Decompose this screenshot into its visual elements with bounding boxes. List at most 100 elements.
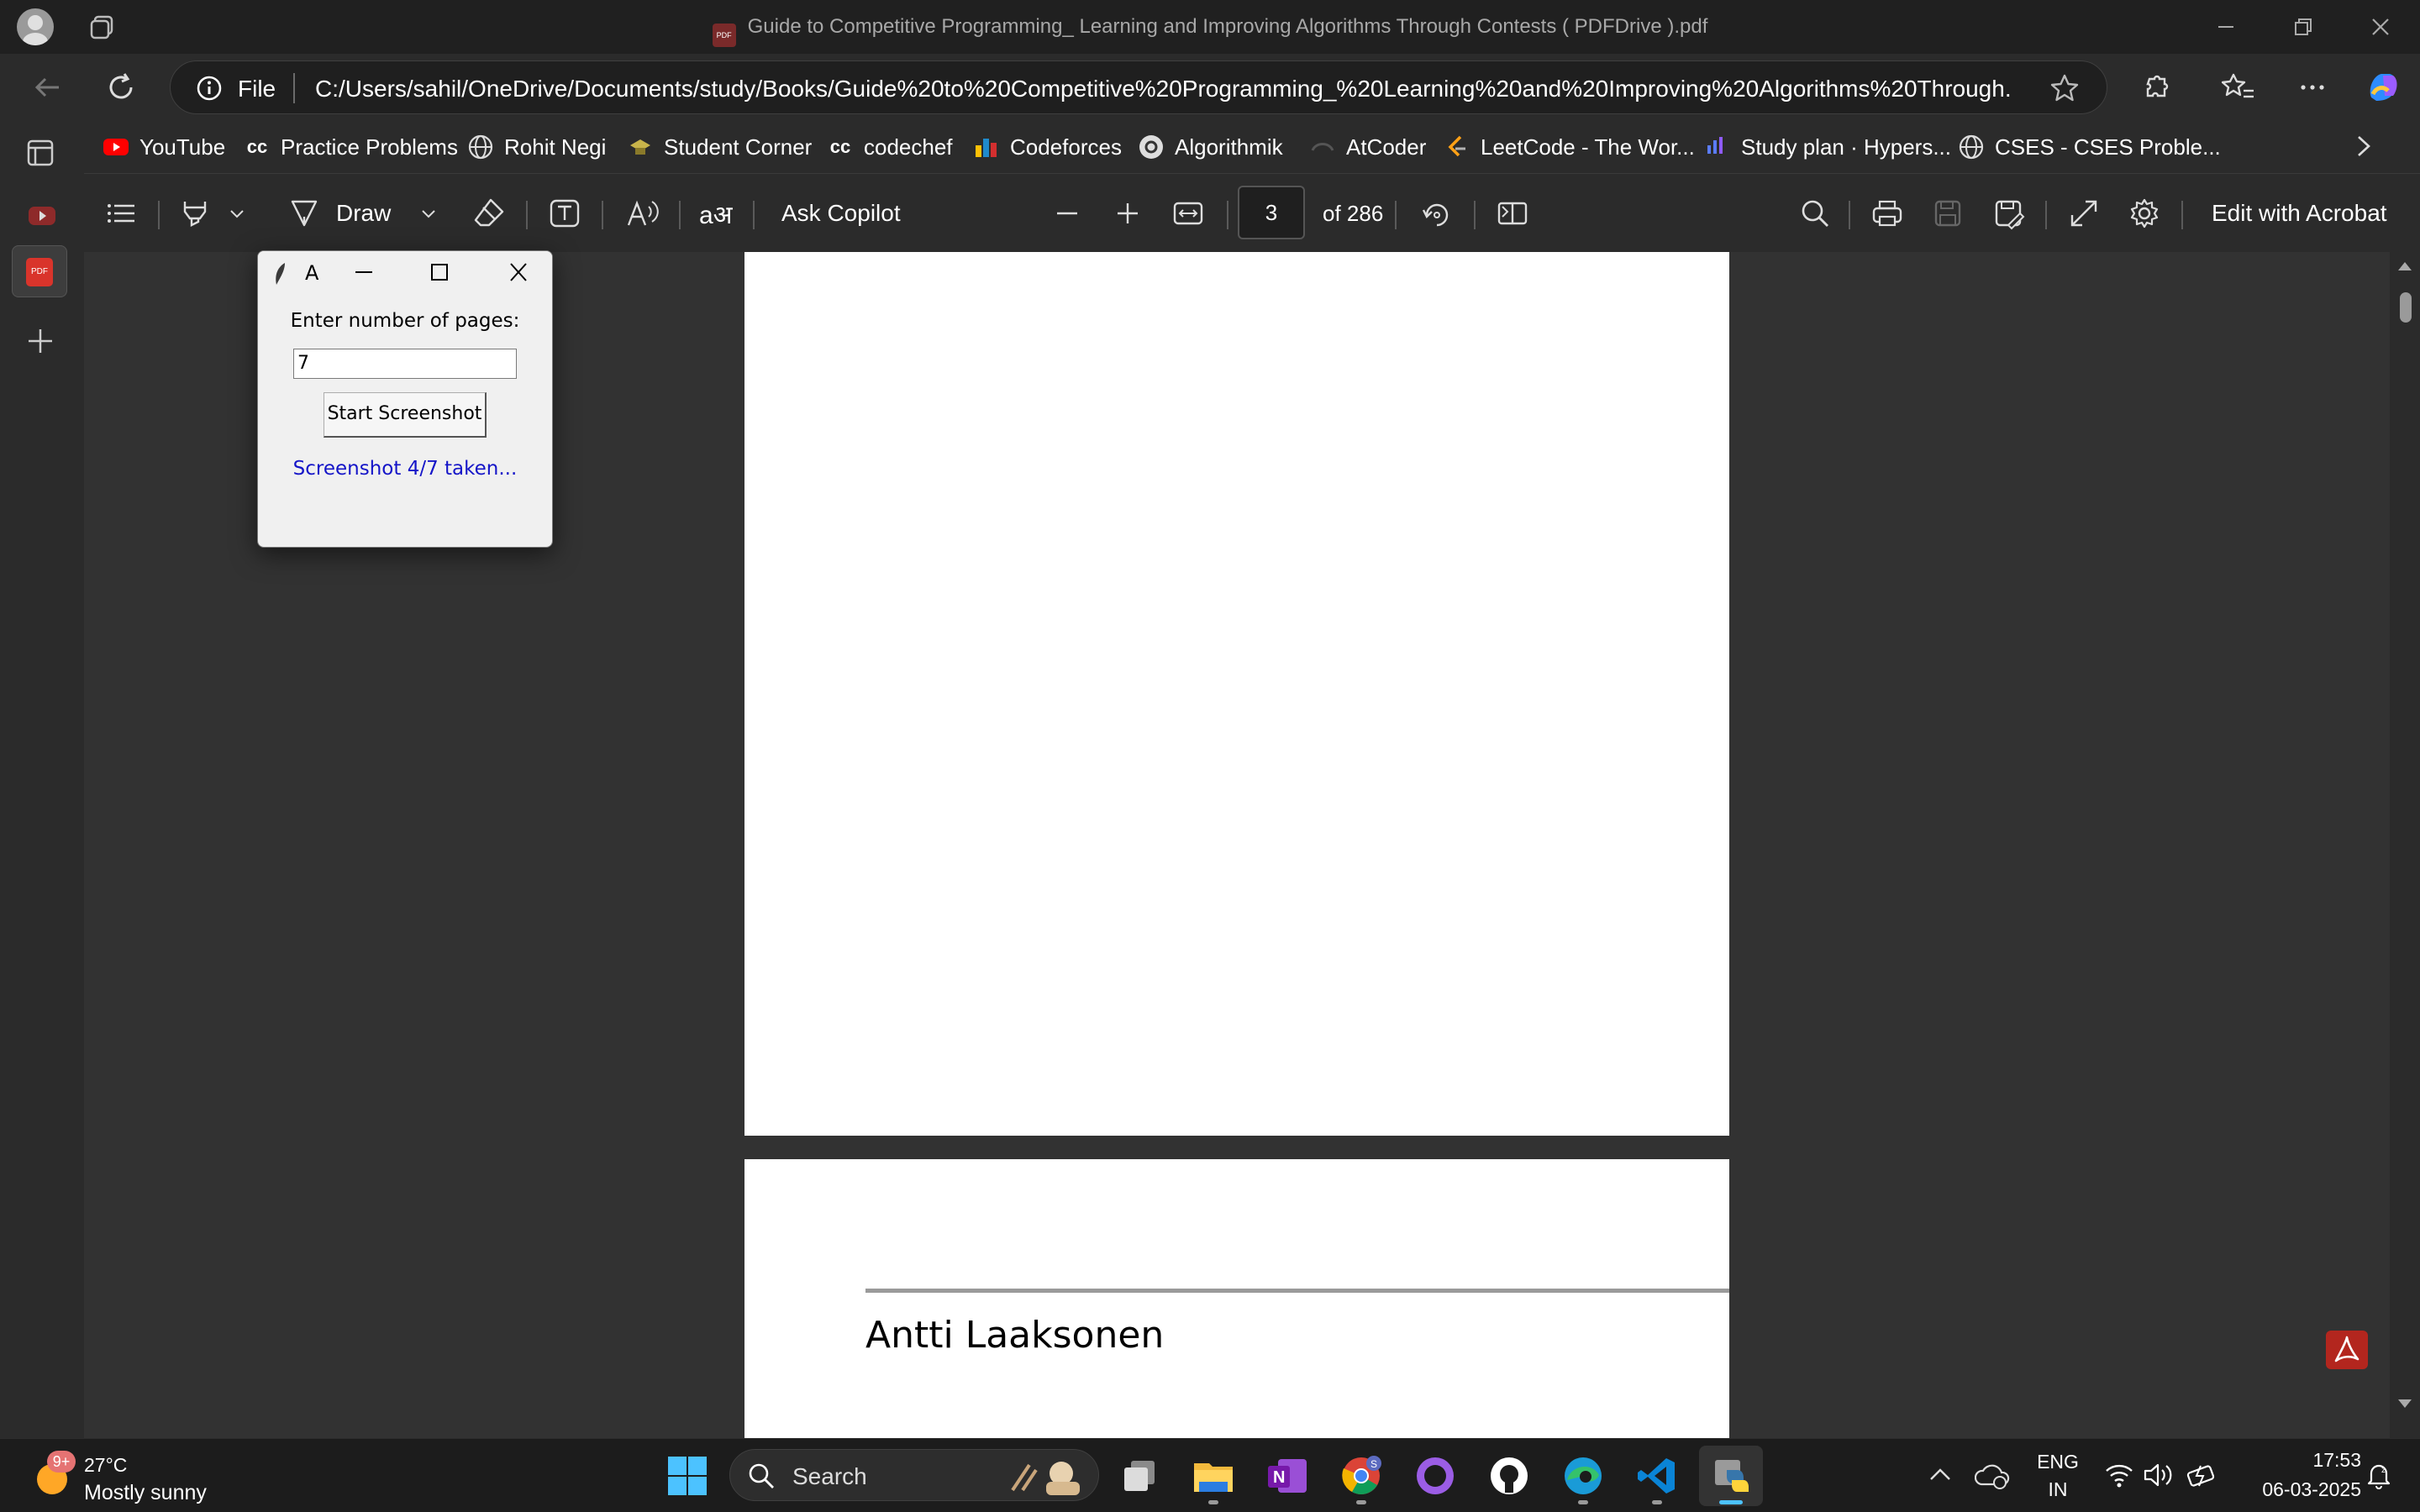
python-icon[interactable] xyxy=(1699,1446,1763,1506)
more-options-icon[interactable] xyxy=(2287,62,2338,113)
read-aloud-icon[interactable] xyxy=(625,191,662,236)
author-name: Antti Laaksonen xyxy=(865,1314,1165,1357)
bookmark-algorithmik[interactable]: Algorithmik xyxy=(1138,131,1283,163)
search-icon[interactable] xyxy=(1798,191,1832,236)
scrollbar[interactable] xyxy=(2390,252,2420,1438)
save-icon[interactable] xyxy=(1931,191,1965,236)
screenshot-dialog[interactable]: A Enter number of pages: 7 Start Screens… xyxy=(257,250,553,548)
toolbar-divider xyxy=(1849,201,1850,229)
bookmark-label: LeetCode - The Wor... xyxy=(1481,134,1695,160)
new-tab-plus-icon[interactable] xyxy=(24,324,57,358)
bookmark-practice-problems[interactable]: cc Practice Problems xyxy=(244,131,458,163)
scroll-up-icon[interactable] xyxy=(2396,259,2413,272)
restore-button[interactable] xyxy=(2274,7,2333,47)
dialog-title: A xyxy=(305,261,319,285)
draw-button[interactable]: Draw xyxy=(289,191,391,236)
running-indicator xyxy=(1356,1500,1366,1504)
bookmark-label: Study plan · Hypers... xyxy=(1741,134,1951,160)
github-icon[interactable] xyxy=(1477,1446,1541,1506)
close-button[interactable] xyxy=(2351,7,2410,47)
search-icon xyxy=(747,1462,776,1490)
bookmark-atcoder[interactable]: AtCoder xyxy=(1309,131,1426,163)
refresh-icon[interactable] xyxy=(96,62,146,113)
pdf-tab-active[interactable]: PDF xyxy=(12,245,67,297)
settings-gear-icon[interactable] xyxy=(2128,191,2161,236)
task-view-icon[interactable] xyxy=(1107,1446,1171,1506)
codeforces-icon xyxy=(973,134,1000,160)
ask-copilot-button[interactable]: Ask Copilot xyxy=(781,191,901,236)
start-screenshot-button[interactable]: Start Screenshot xyxy=(324,392,487,438)
eraser-icon[interactable] xyxy=(472,191,506,236)
bookmark-study-plan[interactable]: Study plan · Hypers... xyxy=(1704,131,1951,163)
notifications-bell-icon[interactable]: z xyxy=(2365,1461,2393,1489)
page-view-icon[interactable] xyxy=(1496,191,1529,236)
add-text-icon[interactable] xyxy=(548,191,581,236)
chevron-right-icon[interactable] xyxy=(2349,133,2376,160)
pdf-file-icon: PDF xyxy=(712,24,736,47)
contents-list-icon[interactable] xyxy=(104,191,138,236)
zoom-in-icon[interactable] xyxy=(1111,191,1144,236)
vscode-icon[interactable] xyxy=(1625,1446,1689,1506)
rotate-icon[interactable] xyxy=(1420,191,1454,236)
pdf-page-title: Antti Laaksonen xyxy=(744,1159,1729,1438)
draw-dropdown-chevron-icon[interactable] xyxy=(420,191,437,236)
acrobat-icon[interactable] xyxy=(2326,1331,2368,1369)
globe-icon xyxy=(1958,134,1985,160)
bookmark-codeforces[interactable]: Codeforces xyxy=(973,131,1122,163)
tab-panel-icon[interactable] xyxy=(24,136,57,170)
battery-icon[interactable] xyxy=(2186,1461,2220,1489)
bookmark-student-corner[interactable]: Student Corner xyxy=(627,131,812,163)
chrome-icon[interactable]: S xyxy=(1329,1446,1393,1506)
edit-with-acrobat-button[interactable]: Edit with Acrobat xyxy=(2212,191,2387,236)
youtube-tab-icon[interactable] xyxy=(25,198,59,232)
chevron-up-icon[interactable] xyxy=(1926,1461,1954,1489)
scroll-down-icon[interactable] xyxy=(2396,1398,2413,1411)
taskbar-search-box[interactable]: Search xyxy=(729,1449,1099,1501)
address-bar[interactable]: File C:/Users/sahil/OneDrive/Documents/s… xyxy=(170,60,2107,114)
fit-to-width-icon[interactable] xyxy=(1171,191,1205,236)
volume-icon[interactable] xyxy=(2143,1461,2175,1489)
highlight-icon[interactable] xyxy=(178,191,212,236)
pdf-page-blank xyxy=(744,252,1729,1136)
highlight-dropdown-chevron-icon[interactable] xyxy=(229,191,245,236)
bookmark-codechef[interactable]: cc codechef xyxy=(827,131,953,163)
url-text[interactable]: C:/Users/sahil/OneDrive/Documents/study/… xyxy=(315,76,2012,102)
favorites-icon[interactable] xyxy=(2213,62,2264,113)
extensions-icon[interactable] xyxy=(2131,62,2181,113)
favorite-star-icon[interactable] xyxy=(2049,73,2080,103)
bookmark-cses[interactable]: CSES - CSES Proble... xyxy=(1958,131,2221,163)
bookmark-youtube[interactable]: YouTube xyxy=(103,131,225,163)
back-arrow-icon[interactable] xyxy=(22,62,72,113)
wifi-icon[interactable] xyxy=(2104,1461,2134,1489)
language-indicator[interactable]: ENG IN xyxy=(2032,1451,2084,1501)
edge-icon[interactable] xyxy=(1551,1446,1615,1506)
copilot-icon[interactable] xyxy=(2358,62,2408,113)
address-divider xyxy=(293,73,295,103)
dialog-close-button[interactable] xyxy=(495,260,542,285)
dialog-maximize-button[interactable] xyxy=(416,260,463,285)
clock[interactable]: 17:53 06-03-2025 xyxy=(2235,1449,2361,1501)
file-explorer-icon[interactable] xyxy=(1181,1446,1245,1506)
translate-icon[interactable]: aअ xyxy=(699,191,733,236)
minimize-button[interactable] xyxy=(2196,7,2255,47)
scrollbar-thumb[interactable] xyxy=(2400,292,2412,323)
page-number-input[interactable]: 3 xyxy=(1238,186,1305,239)
bookmark-leetcode[interactable]: LeetCode - The Wor... xyxy=(1444,131,1695,163)
onenote-icon[interactable]: N xyxy=(1255,1446,1319,1506)
zoom-out-icon[interactable] xyxy=(1050,191,1084,236)
site-scheme-label[interactable]: File xyxy=(238,76,276,102)
atcoder-icon xyxy=(1309,134,1336,160)
bookmark-rohit-negi[interactable]: Rohit Negi xyxy=(467,131,606,163)
dialog-minimize-button[interactable] xyxy=(340,260,387,285)
fullscreen-icon[interactable] xyxy=(2067,191,2101,236)
info-icon[interactable] xyxy=(196,75,223,102)
dialog-title-bar[interactable]: A xyxy=(258,251,552,293)
onedrive-sync-icon[interactable] xyxy=(1975,1459,2010,1491)
bookmark-label: AtCoder xyxy=(1346,134,1427,160)
github-desktop-icon[interactable] xyxy=(1403,1446,1467,1506)
start-windows-icon[interactable] xyxy=(655,1446,719,1506)
notification-badge: 9+ xyxy=(47,1451,76,1473)
pages-input[interactable]: 7 xyxy=(293,349,517,379)
print-icon[interactable] xyxy=(1870,191,1904,236)
save-as-icon[interactable] xyxy=(1991,191,2025,236)
